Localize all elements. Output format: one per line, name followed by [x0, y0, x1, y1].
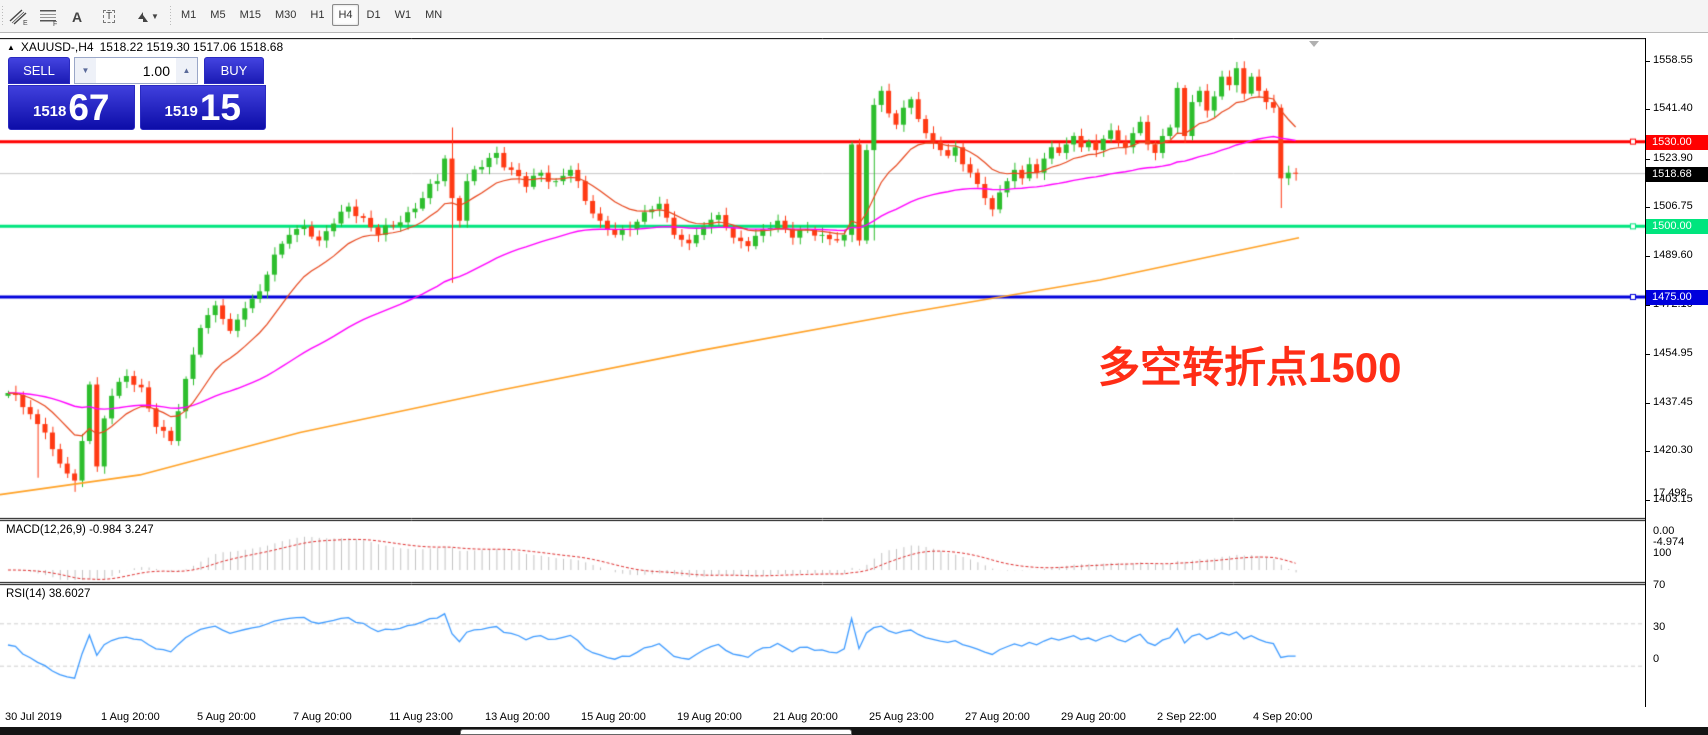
- price-tick-label: 1523.90: [1653, 152, 1693, 164]
- buy-quote-tile[interactable]: 1519 15: [140, 85, 267, 130]
- buy-pips: 15: [200, 89, 241, 127]
- time-axis-label: 21 Aug 20:00: [773, 711, 838, 723]
- price-level-badge: 1518.68: [1646, 167, 1708, 182]
- price-tick-label: 1420.30: [1653, 444, 1693, 456]
- price-tick-mark: [1646, 305, 1650, 306]
- tf-button-MN[interactable]: MN: [419, 4, 448, 26]
- time-axis-label: 5 Aug 20:00: [197, 711, 256, 723]
- time-axis-label: 29 Aug 20:00: [1061, 711, 1126, 723]
- price-tick-label: 1506.75: [1653, 200, 1693, 212]
- sell-big-figure: 1518: [33, 97, 66, 127]
- rsi-tick-label: 0: [1653, 653, 1659, 665]
- chart-header: ▲ XAUUSD-,H4 1518.22 1519.30 1517.06 151…: [7, 40, 283, 54]
- timeframe-bar: M1M5M15M30H1H4D1W1MN: [175, 4, 448, 26]
- volume-decrease-button[interactable]: ▼: [75, 58, 96, 83]
- mt4-terminal: E F A T ▼ M1M5M15M30H1H4D1W1MN: [0, 0, 1708, 735]
- rsi-tick-label: 100: [1653, 547, 1671, 559]
- time-axis-label: 1 Aug 20:00: [101, 711, 160, 723]
- text-label-icon[interactable]: A: [64, 4, 90, 29]
- price-tick-mark: [1646, 159, 1650, 160]
- cursor-arrows-icon[interactable]: ▼: [130, 4, 164, 29]
- price-tick-mark: [1646, 61, 1650, 62]
- price-tick-mark: [1646, 451, 1650, 452]
- equidistant-channel-icon[interactable]: E: [6, 4, 32, 29]
- taskbar-search-box[interactable]: [460, 729, 852, 735]
- rsi-label: RSI(14) 38.6027: [6, 588, 90, 600]
- time-axis-label: 27 Aug 20:00: [965, 711, 1030, 723]
- chart-shift-marker-icon[interactable]: [1309, 41, 1319, 47]
- sell-pips: 67: [68, 89, 109, 127]
- time-axis-label: 7 Aug 20:00: [293, 711, 352, 723]
- price-tick-mark: [1646, 207, 1650, 208]
- tf-button-H4[interactable]: H4: [332, 4, 358, 26]
- tf-button-M30[interactable]: M30: [269, 4, 302, 26]
- macd-tick-label: 17.498: [1653, 487, 1687, 499]
- time-axis[interactable]: 30 Jul 2019 1 Aug 20:00 5 Aug 20:00 7 Aug 2…: [0, 707, 1708, 727]
- one-click-trading-panel: SELL ▼ ▲ BUY 1518 67 1519 15: [8, 57, 266, 130]
- toolbar-grip[interactable]: [1, 6, 5, 27]
- rsi-tick-label: 70: [1653, 579, 1665, 591]
- taskbar-strip: [0, 727, 1708, 735]
- price-tick-label: 1489.60: [1653, 249, 1693, 261]
- fibonacci-retracement-icon[interactable]: F: [36, 4, 62, 29]
- buy-big-figure: 1519: [164, 97, 197, 127]
- price-tick-mark: [1646, 354, 1650, 355]
- text-box-icon[interactable]: T: [96, 4, 122, 29]
- price-tick-mark: [1646, 403, 1650, 404]
- ohlc-values: 1518.22 1519.30 1517.06 1518.68: [100, 40, 284, 54]
- price-tick-label: 1558.55: [1653, 54, 1693, 66]
- time-axis-label: 30 Jul 2019: [5, 711, 62, 723]
- price-tick-mark: [1646, 256, 1650, 257]
- volume-input[interactable]: [96, 58, 176, 83]
- tf-button-M1[interactable]: M1: [175, 4, 202, 26]
- price-tick-label: 1541.40: [1653, 102, 1693, 114]
- time-axis-label: 11 Aug 23:00: [389, 711, 453, 723]
- macd-label: MACD(12,26,9) -0.984 3.247: [6, 524, 154, 536]
- toolbar-separator: [169, 6, 173, 27]
- symbol-period-label: XAUUSD-,H4: [21, 40, 94, 54]
- time-axis-label: 19 Aug 20:00: [677, 711, 742, 723]
- tf-button-M15[interactable]: M15: [234, 4, 267, 26]
- rsi-tick-label: 30: [1653, 621, 1665, 633]
- svg-text:E: E: [23, 20, 28, 26]
- price-level-badge: 1530.00: [1646, 135, 1708, 150]
- collapse-triangle-icon[interactable]: ▲: [7, 43, 15, 52]
- tf-button-M5[interactable]: M5: [204, 4, 231, 26]
- tf-button-H1[interactable]: H1: [304, 4, 330, 26]
- toolbar: E F A T ▼ M1M5M15M30H1H4D1W1MN: [0, 0, 1708, 33]
- dropdown-caret-icon: ▼: [151, 12, 159, 21]
- price-axis[interactable]: 1558.551541.401523.901506.751489.601472.…: [1645, 38, 1708, 728]
- volume-box: ▼ ▲: [74, 57, 198, 84]
- price-tick-label: 1454.95: [1653, 347, 1693, 359]
- sell-quote-tile[interactable]: 1518 67: [8, 85, 135, 130]
- price-tick-mark: [1646, 109, 1650, 110]
- svg-text:F: F: [53, 21, 57, 26]
- macd-tick-label: -4.974: [1653, 536, 1684, 548]
- price-tick-mark: [1646, 500, 1650, 501]
- price-level-badge: 1475.00: [1646, 290, 1708, 305]
- tf-button-W1[interactable]: W1: [389, 4, 418, 26]
- sell-button[interactable]: SELL: [8, 57, 70, 84]
- time-axis-label: 25 Aug 23:00: [869, 711, 934, 723]
- price-level-badge: 1500.00: [1646, 219, 1708, 234]
- price-tick-label: 1437.45: [1653, 396, 1693, 408]
- buy-button[interactable]: BUY: [204, 57, 264, 84]
- tf-button-D1[interactable]: D1: [361, 4, 387, 26]
- time-axis-label: 15 Aug 20:00: [581, 711, 646, 723]
- time-axis-label: 13 Aug 20:00: [485, 711, 550, 723]
- chart-annotation-text: 多空转折点1500: [1098, 334, 1401, 395]
- volume-increase-button[interactable]: ▲: [176, 58, 197, 83]
- time-axis-label: 2 Sep 22:00: [1157, 711, 1216, 723]
- time-axis-label: 4 Sep 20:00: [1253, 711, 1312, 723]
